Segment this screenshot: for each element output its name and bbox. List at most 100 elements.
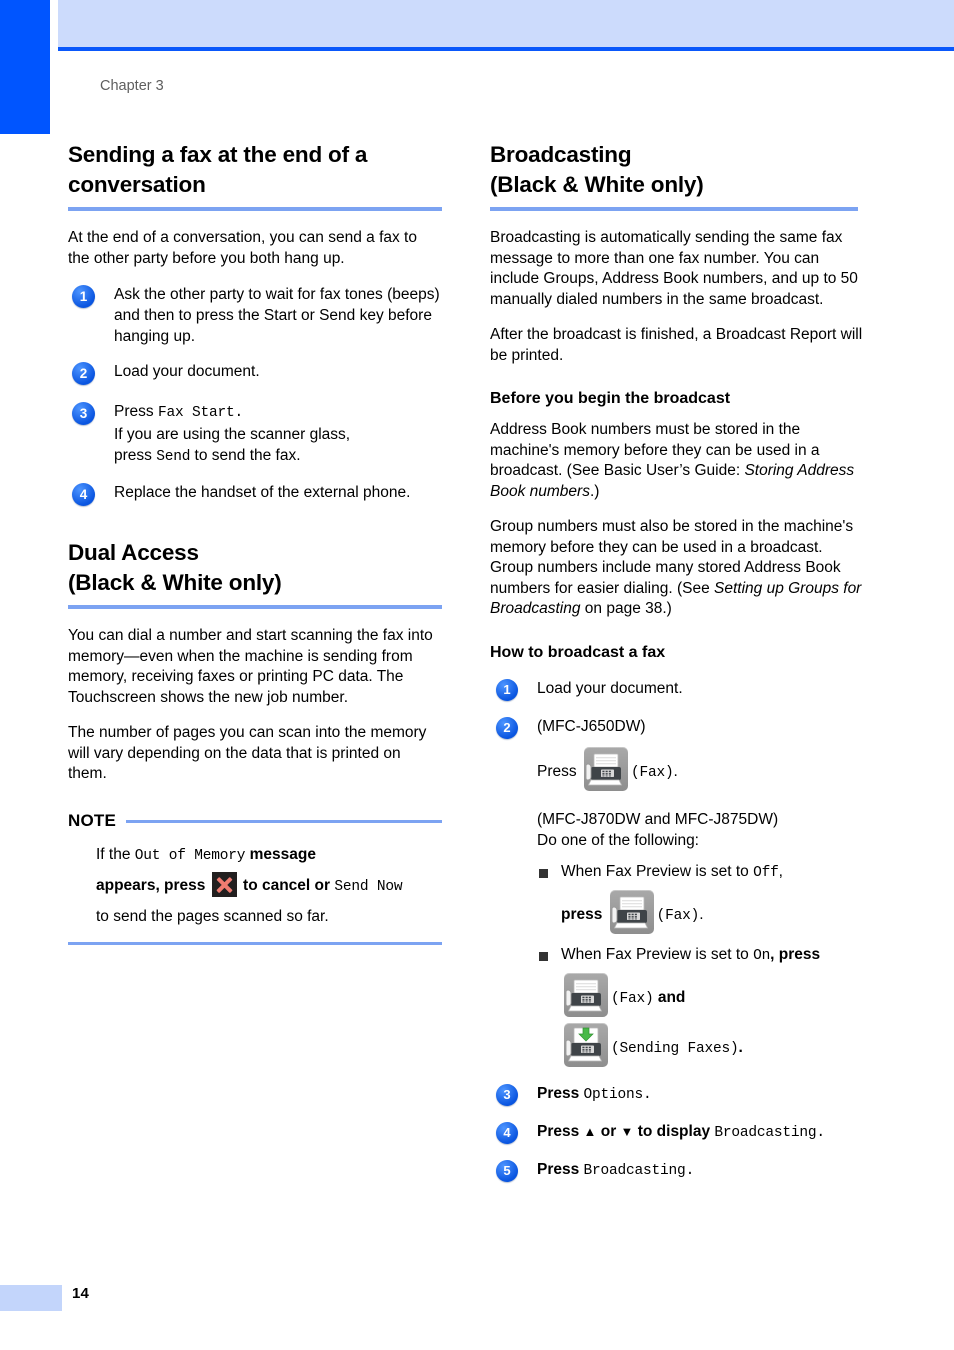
step-item: 3 Press Fax Start. If you are using the … <box>68 401 442 468</box>
instruction-fragment: Press <box>537 1122 584 1140</box>
touchscreen-label-fax: (Fax) <box>611 990 654 1007</box>
note-block: NOTE If the Out of Memory message appear… <box>68 811 442 945</box>
step-item: 4 Replace the handset of the external ph… <box>68 482 442 508</box>
step-text: Load your document. <box>537 679 683 697</box>
step-number-badge: 4 <box>496 1121 518 1144</box>
instruction-fragment: to display <box>633 1122 715 1140</box>
step-item: 3 Press Options. <box>490 1083 864 1109</box>
subheading-before-you-begin: Before you begin the broadcast <box>490 390 731 407</box>
heading-line-2: conversation <box>68 172 206 197</box>
note-line: If the Out of Memory message <box>96 840 442 871</box>
note-line: to send the pages scanned so far. <box>96 907 329 925</box>
instruction-fragment: . <box>673 762 678 780</box>
touchscreen-label-broadcasting: Broadcasting. <box>583 1162 695 1179</box>
step-number-badge: 2 <box>72 362 95 385</box>
note-text-fragment: message <box>245 845 316 863</box>
step-number-badge: 5 <box>496 1159 518 1182</box>
bullet-list: When Fax Preview is set to Off, press (F… <box>537 861 864 1067</box>
touchscreen-label-options: Options. <box>583 1086 652 1103</box>
touchscreen-label-send: Send <box>156 449 191 465</box>
list-item: When Fax Preview is set to On, press (Fa… <box>537 944 864 1067</box>
step-item: 2 (MFC-J650DW) Press (Fax). (MFC-J870DW … <box>490 716 864 1067</box>
broadcasting-paragraph-1: Broadcasting is automatically sending th… <box>490 229 858 308</box>
note-text-fragment: If the <box>96 845 135 863</box>
heading-line-2: (Black & White only) <box>490 172 704 197</box>
section-heading-broadcasting: Broadcasting (Black & White only) <box>490 140 864 200</box>
list-item: When Fax Preview is set to Off, press (F… <box>537 861 864 934</box>
step-item: 1 Load your document. <box>490 678 864 704</box>
heading-line-1: Sending a fax at the end of a <box>68 142 368 167</box>
press-sending-faxes-instruction: (Sending Faxes). <box>561 1022 864 1067</box>
left-edge-tab <box>0 0 50 134</box>
instruction-fragment: and <box>653 988 686 1006</box>
step-item: 5 Press Broadcasting. <box>490 1159 864 1185</box>
footer-tab <box>0 1285 62 1311</box>
step-text-fragment: Press <box>114 403 158 420</box>
sending-faxes-icon <box>564 1022 608 1067</box>
touchscreen-label-out-of-memory: Out of Memory <box>134 847 246 864</box>
step-text: Press Fax Start. If you are using the sc… <box>114 401 442 468</box>
note-body: If the Out of Memory message appears, pr… <box>96 840 442 931</box>
note-title: NOTE <box>68 810 117 830</box>
section-heading-rule <box>68 605 442 609</box>
model-label: (MFC-J650DW) <box>537 717 646 735</box>
press-fax-instruction: Press (Fax). <box>537 746 864 791</box>
heading-line-1: Broadcasting <box>490 142 632 167</box>
header-rule <box>58 47 954 51</box>
step-line: Press Fax Start. <box>114 401 442 424</box>
touchscreen-label-broadcasting: Broadcasting. <box>714 1124 825 1141</box>
press-fax-instruction: (Fax) and <box>561 972 864 1017</box>
step-text: Press Options. <box>537 1084 652 1103</box>
up-arrow-icon: ▲ <box>583 1123 597 1139</box>
step-number-badge: 3 <box>72 402 95 425</box>
step-number-badge: 1 <box>496 678 518 701</box>
step-text: Replace the handset of the external phon… <box>114 484 411 501</box>
instruction-fragment: Press <box>537 1084 584 1102</box>
step-item: 1 Ask the other party to wait for fax to… <box>68 284 442 347</box>
header-band <box>58 0 954 47</box>
note-text-fragment: to cancel or <box>238 876 335 894</box>
bullet-fragment: , <box>778 862 783 880</box>
model-label: (MFC-J870DW and MFC-J875DW) <box>537 810 779 828</box>
chapter-label: Chapter 3 <box>100 78 164 94</box>
subheading-how-to-broadcast: How to broadcast a fax <box>490 643 666 661</box>
touchscreen-label-sending-faxes: (Sending Faxes) <box>611 1040 739 1057</box>
step-number-badge: 4 <box>72 483 95 506</box>
note-header-rule <box>126 820 442 823</box>
touchscreen-label-send-now: Send Now <box>334 878 403 895</box>
step-item: 2 Load your document. <box>68 361 442 387</box>
dual-access-paragraph-1: You can dial a number and start scanning… <box>68 627 433 706</box>
note-text-fragment: appears, press <box>96 876 210 894</box>
fax-icon <box>609 889 654 934</box>
before-begin-paragraph-1: Address Book numbers must be stored in t… <box>490 420 864 502</box>
section-intro-paragraph: At the end of a conversation, you can se… <box>68 229 417 267</box>
broadcasting-paragraph-2: After the broadcast is finished, a Broad… <box>490 326 863 364</box>
instruction-fragment: Press <box>537 762 581 780</box>
touchscreen-label-fax: (Fax) <box>630 764 674 781</box>
section-heading-rule <box>68 207 442 211</box>
instruction-fragment: . <box>699 905 704 923</box>
note-bottom-rule <box>68 941 442 945</box>
step-text: Ask the other party to wait for fax tone… <box>114 286 440 345</box>
left-column: Sending a fax at the end of a conversati… <box>68 140 442 945</box>
section-heading-rule <box>490 207 858 211</box>
step-text-fragment: press <box>114 447 157 464</box>
dual-access-paragraph-2: The number of pages you can scan into th… <box>68 724 427 782</box>
heading-line-2: (Black & White only) <box>68 570 282 595</box>
step-item: 4 Press ▲ or ▼ to display Broadcasting. <box>490 1121 864 1147</box>
step-number-badge: 2 <box>496 716 518 739</box>
bullet-fragment: , press <box>770 945 821 963</box>
page-number: 14 <box>72 1285 90 1302</box>
step-text-fragment: to send the fax. <box>190 447 301 464</box>
step-text: (MFC-J650DW) Press (Fax). (MFC-J870DW an… <box>537 716 864 1067</box>
step-number-badge: 1 <box>72 285 95 308</box>
instruction-fragment: Press <box>537 1160 584 1178</box>
step-line: If you are using the scanner glass, <box>114 426 351 443</box>
note-line: appears, press to cancel or Send Now <box>96 871 442 902</box>
down-arrow-icon: ▼ <box>620 1123 634 1139</box>
step-line: press Send to send the fax. <box>114 445 442 468</box>
instruction-fragment: or <box>596 1122 621 1140</box>
instruction-fragment: . <box>738 1038 743 1056</box>
step-number-badge: 3 <box>496 1083 518 1106</box>
touchscreen-label-on: On <box>753 947 771 964</box>
